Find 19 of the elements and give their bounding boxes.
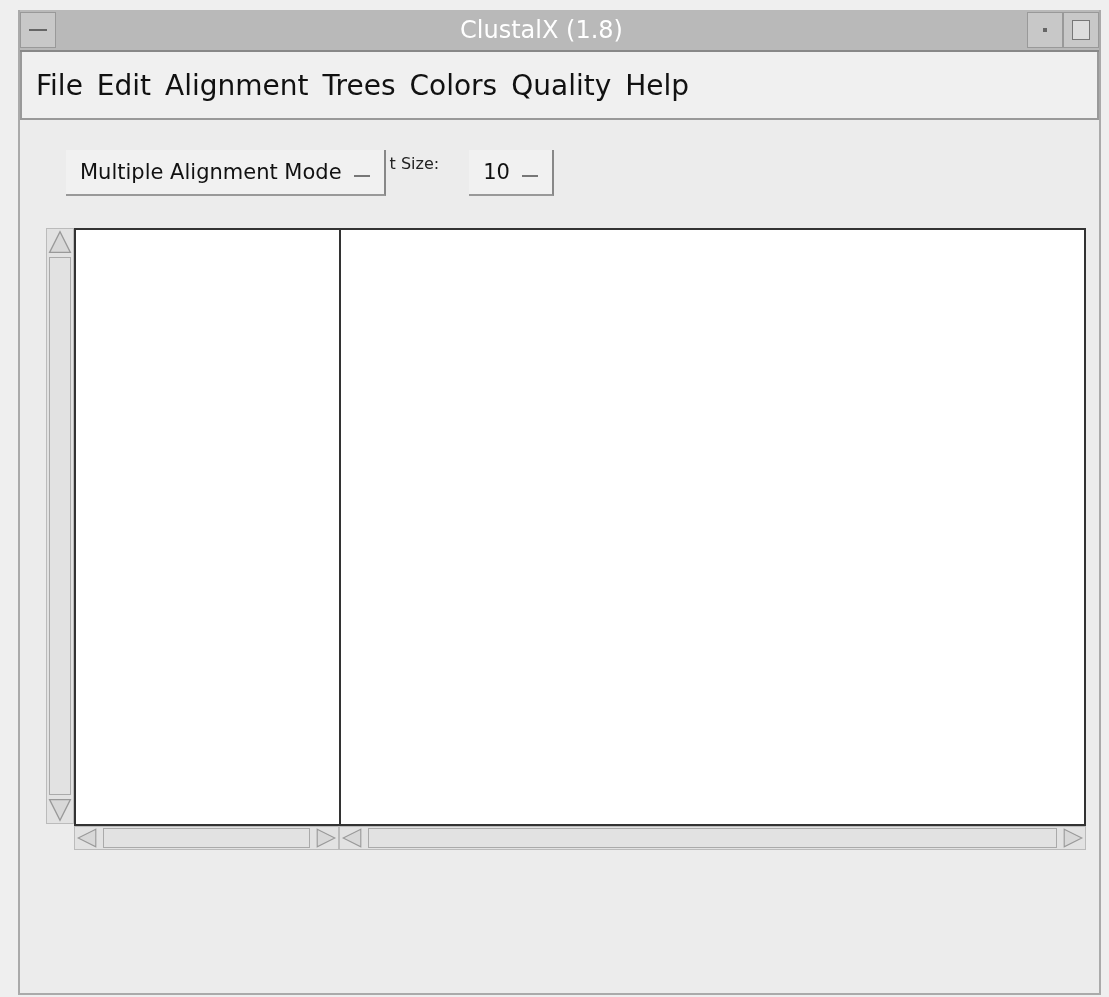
scroll-down-icon[interactable] — [47, 797, 73, 823]
window-menu-button[interactable] — [20, 12, 56, 48]
horizontal-scrollbar[interactable] — [74, 826, 339, 850]
vertical-scrollbar[interactable] — [46, 228, 74, 824]
horizontal-scrollbar[interactable] — [339, 826, 1086, 850]
maximize-button[interactable] — [1063, 12, 1099, 48]
menu-item[interactable]: File — [36, 68, 83, 102]
menu-item[interactable]: Alignment — [165, 68, 309, 102]
window-title: ClustalX (1.8) — [459, 16, 624, 44]
menu-item[interactable]: Quality — [511, 68, 612, 102]
menu-item[interactable]: Edit — [96, 68, 152, 102]
mode-dropdown[interactable]: Multiple Alignment Mode — [66, 150, 386, 196]
scroll-up-icon[interactable] — [47, 229, 73, 255]
font-size-label: t Size: — [388, 153, 441, 173]
minimize-button[interactable] — [1027, 12, 1063, 48]
font-size-dropdown[interactable]: 10 — [469, 150, 554, 196]
menu-item[interactable]: Colors — [409, 68, 498, 102]
menu-item[interactable]: Trees — [322, 68, 396, 102]
menu-item[interactable]: Help — [625, 68, 690, 102]
